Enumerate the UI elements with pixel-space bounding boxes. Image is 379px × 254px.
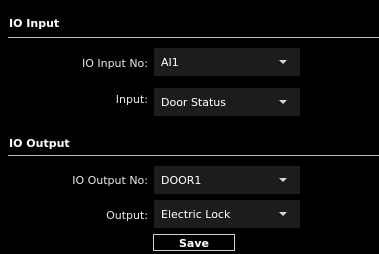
io-output-section-title: IO Output [9, 137, 70, 150]
save-button[interactable]: Save [153, 234, 235, 251]
chevron-down-icon [279, 212, 287, 216]
io-input-no-select[interactable]: AI1 [154, 48, 300, 76]
io-output-no-value: DOOR1 [161, 174, 202, 187]
io-input-divider [8, 37, 379, 38]
chevron-down-icon [279, 60, 287, 64]
io-output-divider [8, 155, 379, 156]
input-select[interactable]: Door Status [154, 88, 300, 116]
input-label: Input: [115, 93, 148, 106]
io-input-section-title: IO Input [9, 17, 60, 30]
output-label: Output: [106, 209, 148, 222]
io-input-no-label: IO Input No: [81, 57, 148, 70]
output-value: Electric Lock [161, 208, 231, 221]
io-output-no-label: IO Output No: [72, 174, 148, 187]
chevron-down-icon [279, 100, 287, 104]
output-select[interactable]: Electric Lock [154, 200, 300, 228]
io-input-no-value: AI1 [161, 56, 179, 69]
input-value: Door Status [161, 96, 227, 109]
chevron-down-icon [279, 178, 287, 182]
io-output-no-select[interactable]: DOOR1 [154, 166, 300, 194]
